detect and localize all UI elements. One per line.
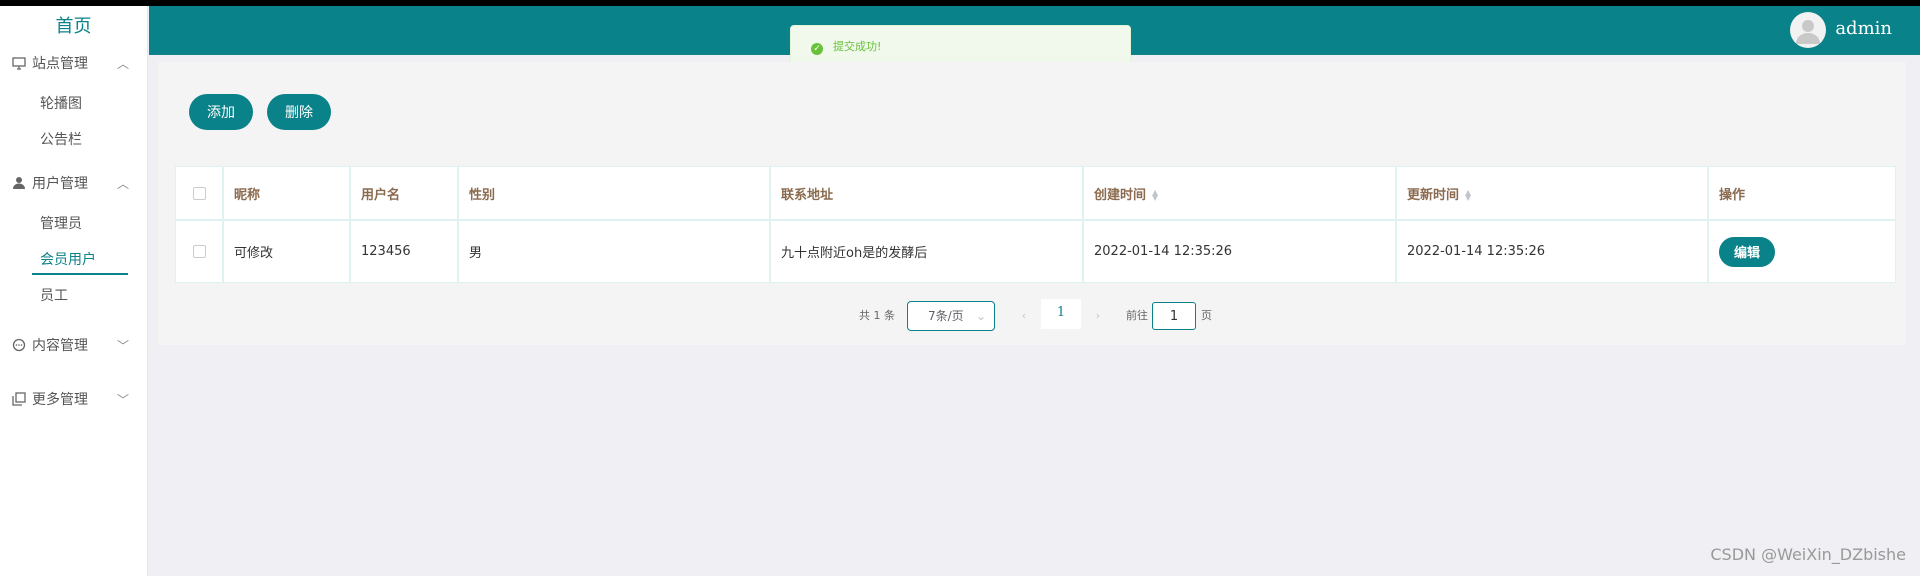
col-created-label: 创建时间 bbox=[1094, 187, 1147, 203]
menu-content-management-label: 内容管理 bbox=[32, 338, 88, 354]
page-size-select[interactable]: 7条/页 ⌄ bbox=[907, 301, 995, 331]
col-actions: 操作 bbox=[1708, 166, 1896, 220]
cell-actions: 编辑 bbox=[1708, 220, 1896, 283]
menu-user-management[interactable]: 用户管理 ︿ bbox=[0, 162, 147, 206]
edit-button[interactable]: 编辑 bbox=[1719, 236, 1775, 267]
sort-icon[interactable]: ▲ ▼ bbox=[1465, 189, 1471, 202]
pagination: 共 1 条 7条/页 ⌄ ‹ 1 › 前往 页 bbox=[158, 299, 1906, 331]
col-username: 用户名 bbox=[350, 166, 458, 220]
sidebar-item-admins[interactable]: 管理员 bbox=[0, 206, 147, 242]
menu-more-management-label: 更多管理 bbox=[32, 392, 88, 408]
total-count: 共 1 条 bbox=[859, 309, 895, 322]
avatar[interactable] bbox=[1790, 12, 1826, 48]
cell-username: 123456 bbox=[350, 220, 458, 283]
add-button[interactable]: 添加 bbox=[189, 94, 253, 130]
jump-page-input[interactable] bbox=[1152, 302, 1196, 330]
jump-prefix: 前往 bbox=[1126, 309, 1148, 322]
col-updated[interactable]: 更新时间 ▲ ▼ bbox=[1396, 166, 1708, 220]
menu-site-management[interactable]: 站点管理 ︿ bbox=[0, 42, 147, 86]
sidebar-item-staff[interactable]: 员工 bbox=[0, 278, 147, 314]
watermark: CSDN @WeiXin_DZbishe bbox=[1710, 545, 1906, 564]
cell-created: 2022-01-14 12:35:26 bbox=[1083, 220, 1396, 283]
col-created[interactable]: 创建时间 ▲ ▼ bbox=[1083, 166, 1396, 220]
row-checkbox[interactable] bbox=[192, 245, 206, 258]
user-table: 昵称 用户名 性别 联系地址 创建时间 ▲ ▼ 更新时间 ▲ ▼ 操作 可修改 1234… bbox=[175, 166, 1896, 283]
delete-button[interactable]: 删除 bbox=[267, 94, 331, 130]
monitor-icon bbox=[12, 57, 26, 70]
menu-more-management[interactable]: 更多管理 ﹀ bbox=[0, 378, 147, 422]
page-size-value: 7条/页 bbox=[928, 309, 964, 323]
prev-page-button[interactable]: ‹ bbox=[1009, 301, 1039, 331]
table-header-row: 昵称 用户名 性别 联系地址 创建时间 ▲ ▼ 更新时间 ▲ ▼ 操作 bbox=[175, 166, 1896, 220]
sidebar-item-members[interactable]: 会员用户 bbox=[0, 242, 147, 278]
cell-address: 九十点附近oh是的发酵后 bbox=[770, 220, 1083, 283]
row-select-cell bbox=[175, 220, 223, 283]
menu-content-management[interactable]: 内容管理 ﹀ bbox=[0, 324, 147, 368]
copy-icon bbox=[12, 392, 26, 406]
chevron-down-icon: ⌄ bbox=[975, 309, 986, 323]
sidebar: 首页 站点管理 ︿ 轮播图 公告栏 用户管理 ︿ 管理员 会员用户 员工 内容管… bbox=[0, 6, 148, 576]
col-address: 联系地址 bbox=[770, 166, 1083, 220]
username[interactable]: admin bbox=[1835, 6, 1892, 52]
cell-updated: 2022-01-14 12:35:26 bbox=[1396, 220, 1708, 283]
chevron-down-icon: ﹀ bbox=[116, 339, 129, 353]
next-page-button[interactable]: › bbox=[1083, 301, 1113, 331]
chat-bubble-icon bbox=[12, 338, 26, 352]
col-gender: 性别 bbox=[458, 166, 770, 220]
page-number[interactable]: 1 bbox=[1041, 299, 1081, 329]
sort-icon[interactable]: ▲ ▼ bbox=[1152, 189, 1158, 202]
toast-message: 提交成功! bbox=[833, 40, 882, 53]
sidebar-item-carousel[interactable]: 轮播图 bbox=[0, 86, 147, 122]
sidebar-item-notice-board[interactable]: 公告栏 bbox=[0, 122, 147, 158]
select-all-cell bbox=[175, 166, 223, 220]
cell-gender: 男 bbox=[458, 220, 770, 283]
col-updated-label: 更新时间 bbox=[1407, 187, 1460, 203]
user-icon bbox=[13, 177, 25, 189]
menu-user-management-label: 用户管理 bbox=[32, 176, 88, 192]
cell-nickname: 可修改 bbox=[223, 220, 350, 283]
chevron-down-icon: ﹀ bbox=[116, 393, 129, 407]
select-all-checkbox[interactable] bbox=[192, 186, 206, 200]
user-avatar-icon bbox=[1796, 20, 1820, 44]
col-nickname: 昵称 bbox=[223, 166, 350, 220]
check-circle-icon: ✓ bbox=[811, 43, 823, 55]
menu-site-management-label: 站点管理 bbox=[32, 56, 88, 72]
jump-suffix: 页 bbox=[1201, 309, 1212, 322]
chevron-up-icon: ︿ bbox=[116, 177, 129, 191]
home-link[interactable]: 首页 bbox=[0, 6, 147, 42]
table-row: 可修改 123456 男 九十点附近oh是的发酵后 2022-01-14 12:… bbox=[175, 220, 1896, 283]
main-content: 添加 删除 昵称 用户名 性别 联系地址 创建时间 ▲ ▼ 更新时间 ▲ ▼ 操作 可修… bbox=[158, 62, 1906, 345]
chevron-up-icon: ︿ bbox=[116, 57, 129, 71]
